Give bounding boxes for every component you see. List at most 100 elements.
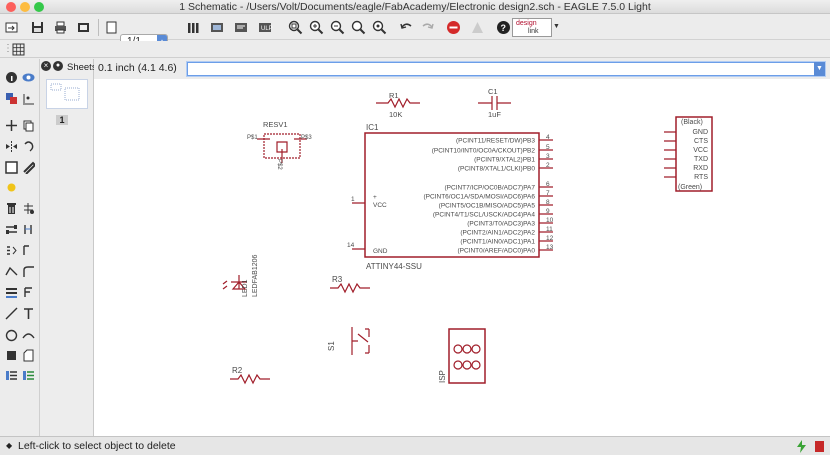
cam-processor-icon[interactable] bbox=[76, 20, 91, 35]
resistor-r1[interactable] bbox=[376, 97, 420, 109]
ic1-pin-name: (PCINT3/T0/ADC3)PA3 bbox=[467, 221, 535, 228]
zoom-fit-icon[interactable] bbox=[288, 20, 303, 35]
panel-options-icon[interactable]: ● bbox=[53, 61, 63, 71]
ic1-pin-name: GND bbox=[373, 248, 388, 255]
ic1-pin-name: (PCINT11/RESET/DW)PB3 bbox=[456, 138, 535, 145]
zoom-select-icon[interactable] bbox=[372, 20, 387, 35]
sheet-icon bbox=[106, 21, 117, 34]
script-icon[interactable] bbox=[234, 20, 249, 35]
show-icon[interactable] bbox=[22, 71, 35, 84]
ic1-pin-number: 13 bbox=[546, 244, 554, 251]
run-ulp-icon[interactable]: ULP bbox=[258, 20, 273, 35]
ic1-pin-name: (PCINT2/AIN1/ADC2)PA2 bbox=[460, 230, 535, 237]
help-icon[interactable]: ? bbox=[496, 20, 511, 35]
status-diamond-icon: ◆ bbox=[6, 441, 13, 450]
switch-s1[interactable] bbox=[351, 327, 370, 355]
split-icon[interactable] bbox=[5, 265, 18, 278]
designlink-label-top: design bbox=[516, 20, 537, 27]
line-icon[interactable] bbox=[5, 307, 18, 320]
close-window-button[interactable] bbox=[6, 2, 16, 12]
ic1-pin-name: (PCINT10/INT0/OC0A/CKOUT)PB2 bbox=[432, 148, 536, 155]
svg-text:ULP: ULP bbox=[261, 26, 273, 32]
text-icon[interactable] bbox=[22, 286, 35, 299]
resv1-pin-bottom: P$2 bbox=[276, 159, 282, 170]
rotate-icon[interactable] bbox=[22, 140, 35, 153]
capacitor-c1[interactable] bbox=[478, 96, 511, 110]
invoke-icon[interactable] bbox=[22, 265, 35, 278]
group-icon[interactable] bbox=[5, 161, 18, 174]
command-history-dropdown-icon[interactable]: ▼ bbox=[814, 62, 825, 76]
zoom-window-button[interactable] bbox=[34, 2, 44, 12]
command-input[interactable]: ▼ bbox=[187, 62, 825, 76]
pinswap-icon[interactable] bbox=[5, 223, 18, 236]
r2-name: R2 bbox=[232, 366, 243, 375]
zoom-out-icon[interactable] bbox=[330, 20, 345, 35]
mirror-icon[interactable] bbox=[5, 140, 18, 153]
close-panel-icon[interactable]: × bbox=[41, 61, 51, 71]
polygon-icon[interactable] bbox=[22, 349, 35, 362]
ic1-pin-name: (PCINT0/AREF/ADC0)PA0 bbox=[457, 248, 535, 255]
add-icon[interactable] bbox=[22, 202, 35, 215]
resistor-r2[interactable] bbox=[230, 373, 270, 385]
name-icon[interactable] bbox=[22, 244, 35, 257]
gateswap-icon[interactable] bbox=[22, 223, 35, 236]
resv1-pin-right: P$3 bbox=[301, 135, 312, 141]
stop-icon[interactable] bbox=[446, 20, 461, 35]
go-icon[interactable] bbox=[470, 20, 485, 35]
use-library-icon[interactable] bbox=[186, 20, 201, 35]
zoom-in-icon[interactable] bbox=[309, 20, 324, 35]
designlink-dropdown-icon[interactable]: ▼ bbox=[553, 23, 560, 30]
copy-icon[interactable] bbox=[22, 119, 35, 132]
ic1-pin-number: 4 bbox=[546, 134, 550, 141]
move-icon[interactable] bbox=[5, 119, 18, 132]
rect-icon[interactable] bbox=[5, 349, 18, 362]
undo-icon[interactable] bbox=[399, 20, 414, 35]
isp-header[interactable] bbox=[448, 328, 486, 384]
open-icon[interactable] bbox=[4, 20, 19, 35]
delete-icon[interactable] bbox=[5, 202, 18, 215]
resv1-pin-left: P$1 bbox=[247, 135, 258, 141]
status-message: Left-click to select object to delete bbox=[18, 440, 176, 452]
ic1-pin-name: (PCINT1/AIN0/ADC1)PA1 bbox=[460, 239, 535, 246]
command-toolbox bbox=[0, 59, 40, 436]
ftdi-pin-label: RTS bbox=[694, 174, 708, 181]
window-title: 1 Schematic - /Users/Volt/Documents/eagl… bbox=[179, 1, 651, 13]
parameter-toolbar: ⋮ bbox=[0, 41, 830, 58]
c1-value: 1uF bbox=[488, 110, 501, 119]
grid-icon[interactable] bbox=[12, 43, 25, 56]
paste-icon[interactable] bbox=[5, 181, 18, 194]
arc-icon[interactable] bbox=[22, 329, 35, 342]
designlink-button[interactable]: design link bbox=[512, 18, 552, 37]
print-icon[interactable] bbox=[53, 20, 68, 35]
save-icon[interactable] bbox=[30, 20, 45, 35]
display-icon[interactable] bbox=[5, 92, 18, 105]
redraw-icon[interactable] bbox=[351, 20, 366, 35]
ic1-pin-name: (PCINT8/XTAL1/CLKI)PB0 bbox=[458, 166, 536, 173]
main-toolbar: 1/1 ▴ ULP ? design link ▼ bbox=[0, 15, 830, 49]
label-icon[interactable] bbox=[22, 307, 35, 320]
sheet-thumbnail[interactable] bbox=[46, 79, 88, 109]
svg-text:?: ? bbox=[501, 23, 507, 33]
schematic-canvas[interactable]: R1 10K C1 1uF RESV1 P$1 P$3 P$2 IC1 ATTI… bbox=[94, 79, 830, 436]
ftdi-top-label: (Black) bbox=[681, 119, 703, 126]
wire-icon[interactable] bbox=[5, 286, 18, 299]
replace-icon[interactable] bbox=[5, 244, 18, 257]
bus-icon[interactable] bbox=[5, 369, 18, 382]
board-switch-icon[interactable] bbox=[210, 20, 225, 35]
lightning-icon bbox=[797, 440, 806, 453]
led1-name: LED1 bbox=[242, 279, 249, 297]
sheets-panel: × ● Sheets 1 bbox=[40, 59, 97, 436]
redo-icon[interactable] bbox=[420, 20, 435, 35]
isp-name: ISP bbox=[438, 370, 447, 383]
mark-icon[interactable] bbox=[22, 92, 35, 105]
minimize-window-button[interactable] bbox=[20, 2, 30, 12]
change-icon[interactable] bbox=[22, 161, 35, 174]
ic1-pin-number: 8 bbox=[546, 199, 550, 206]
net-icon[interactable] bbox=[22, 369, 35, 382]
resistor-r3[interactable] bbox=[330, 282, 370, 294]
info-icon[interactable] bbox=[5, 71, 18, 84]
ic1-pin-name: (PCINT9/XTAL2)PB1 bbox=[474, 157, 535, 164]
command-bar: 0.1 inch (4.1 4.6) ▼ bbox=[94, 59, 830, 79]
sheet-number: 1 bbox=[56, 115, 68, 125]
circle-icon[interactable] bbox=[5, 329, 18, 342]
